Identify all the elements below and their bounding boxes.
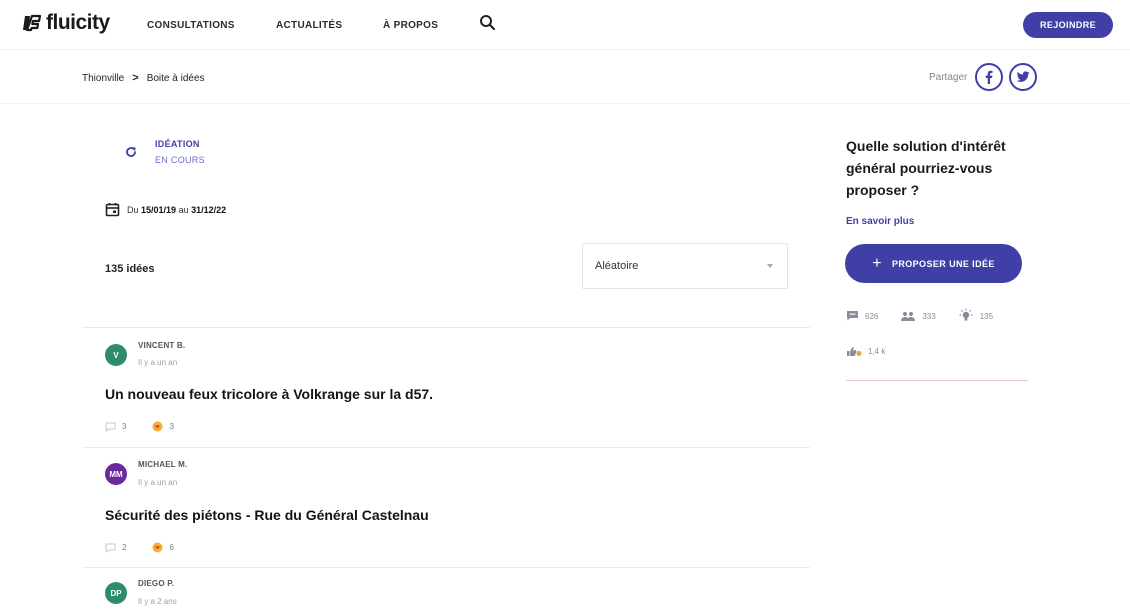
sidebar-question: Quelle solution d'intérêt général pourri…: [846, 138, 1006, 198]
sort-select[interactable]: Aléatoire: [582, 243, 788, 289]
comment-count: 3: [122, 422, 127, 431]
ideas-total: 135: [979, 311, 994, 321]
heart-emoji-icon: [152, 542, 163, 553]
idea-stats: 3 3: [105, 421, 174, 432]
breadcrumb-item-thionville[interactable]: Thionville: [82, 73, 124, 84]
avatar: MM: [105, 463, 127, 485]
refresh-icon: [126, 147, 136, 157]
idea-time: Il y a 2 ans: [138, 597, 177, 606]
ideas-count: 135 idées: [105, 263, 155, 275]
join-button[interactable]: REJOINDRE: [1023, 12, 1113, 38]
share-section: Partager: [929, 63, 1038, 91]
top-navigation-bar: fluicity CONSULTATIONS ACTUALITÉS À PROP…: [0, 0, 1130, 50]
search-icon[interactable]: [478, 13, 498, 33]
facebook-icon: [986, 70, 993, 84]
vote-count: 6: [169, 543, 174, 552]
votes-total: 1,4 k: [868, 347, 886, 356]
sidebar-stats: 626 333 135: [846, 308, 993, 324]
propose-idea-label: PROPOSER UNE IDÉE: [891, 258, 995, 269]
share-label: Partager: [929, 71, 968, 83]
idea-time: Il y a un an: [138, 478, 178, 487]
chevron-down-icon: [767, 264, 773, 268]
nav-consultations[interactable]: CONSULTATIONS: [147, 20, 235, 31]
comment-icon: [105, 543, 116, 553]
fluicity-logo-icon: [23, 14, 42, 32]
idea-title[interactable]: Sécurité des piétons - Rue du Général Ca…: [105, 507, 429, 523]
breadcrumb-separator: >: [132, 72, 139, 84]
idea-title[interactable]: Un nouveau feux tricolore à Volkrange su…: [105, 386, 433, 402]
avatar: V: [105, 344, 127, 366]
logo-text: fluicity: [46, 11, 110, 34]
comment-icon: [105, 422, 116, 432]
participants-icon: [901, 311, 916, 321]
sort-value: Aléatoire: [595, 260, 639, 272]
twitter-icon: [1017, 71, 1030, 82]
breadcrumb-item-boite-a-idees: Boite à idées: [146, 72, 205, 84]
participants-total: 333: [922, 311, 936, 321]
idea-author: MICHAEL M.: [138, 460, 188, 469]
idea-card[interactable]: MM MICHAEL M. Il y a un an Sécurité des …: [82, 448, 810, 568]
avatar: DP: [105, 582, 127, 604]
breadcrumb: Thionville > Boite à idées: [82, 72, 205, 84]
page: fluicity CONSULTATIONS ACTUALITÉS À PROP…: [0, 0, 1130, 612]
phase-status: EN COURS: [155, 155, 205, 165]
date-end: 31/12/22: [191, 204, 227, 215]
calendar-icon: [105, 203, 120, 217]
date-middle: au: [178, 204, 189, 215]
twitter-share-button[interactable]: [1009, 63, 1038, 91]
nav-a-propos[interactable]: À PROPOS: [383, 20, 438, 31]
idea-author: VINCENT B.: [138, 341, 186, 350]
idea-card[interactable]: DP DIEGO P. Il y a 2 ans: [82, 568, 810, 612]
logo[interactable]: fluicity: [22, 11, 110, 35]
facebook-share-button[interactable]: [975, 63, 1004, 91]
idea-stats: 2 6: [105, 542, 174, 553]
comment-count: 2: [122, 543, 127, 552]
idea-card[interactable]: V VINCENT B. Il y a un an Un nouveau feu…: [82, 328, 810, 448]
phase-title: IDÉATION: [155, 139, 200, 149]
learn-more-link[interactable]: En savoir plus: [846, 216, 914, 227]
comment-icon: [847, 311, 858, 321]
propose-idea-button[interactable]: + PROPOSER UNE IDÉE: [845, 244, 1022, 283]
date-prefix: Du: [127, 204, 139, 215]
sidebar-divider: [846, 380, 1028, 381]
plus-icon: +: [872, 254, 882, 272]
idea-author: DIEGO P.: [138, 579, 175, 588]
breadcrumb-divider: [0, 103, 1130, 104]
sidebar-votes: 1,4 k: [846, 346, 885, 357]
idea-time: Il y a un an: [138, 358, 178, 367]
heart-emoji-icon: [152, 421, 163, 432]
date-start: 15/01/19: [141, 204, 177, 215]
vote-count: 3: [169, 422, 174, 431]
date-range: Du 15/01/19 au 31/12/22: [105, 202, 226, 217]
lightbulb-icon: [959, 308, 973, 321]
nav-actualites[interactable]: ACTUALITÉS: [276, 20, 342, 31]
comments-total: 626: [865, 311, 879, 321]
thumbs-icon: [847, 347, 862, 356]
